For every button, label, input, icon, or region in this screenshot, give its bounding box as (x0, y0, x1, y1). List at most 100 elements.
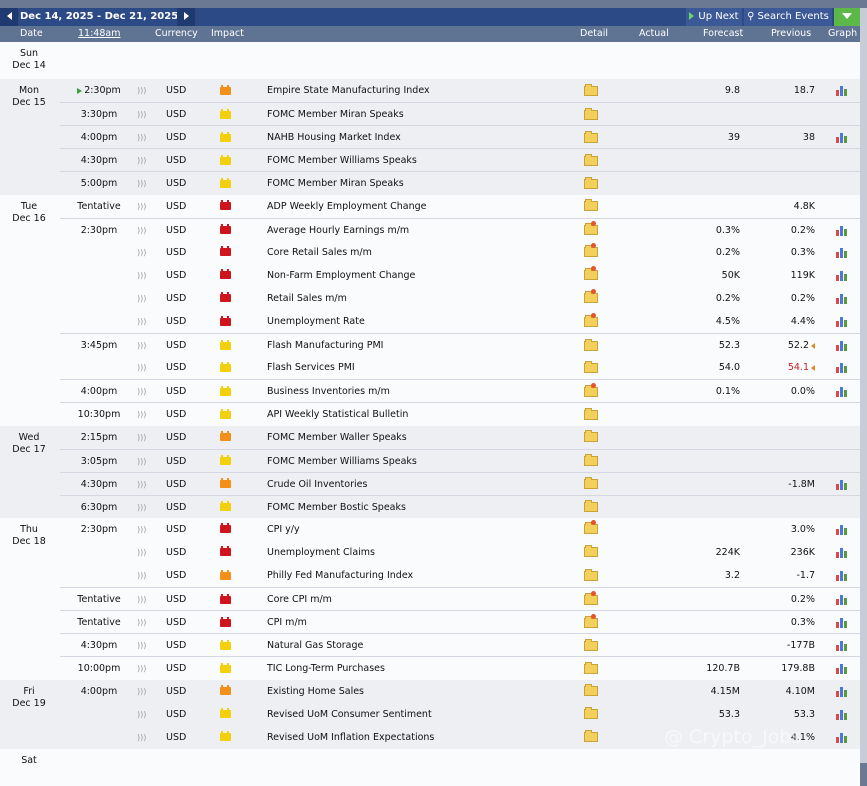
sound-icon[interactable]: ))) (137, 450, 147, 473)
event-title[interactable]: FOMC Member Miran Speaks (267, 172, 404, 195)
table-row[interactable]: 10:00pm))) USD TIC Long-Term Purchases 120.… (60, 656, 860, 680)
graph-icon[interactable] (836, 264, 848, 287)
table-row[interactable]: ))) USD Core Retail Sales m/m 0.2% 0.3% (60, 241, 860, 264)
graph-icon[interactable] (836, 541, 848, 564)
table-row[interactable]: 4:30pm))) USD FOMC Member Williams Speaks (60, 148, 860, 172)
table-row[interactable]: 4:00pm))) USD Business Inventories m/m 0.1%… (60, 379, 860, 403)
event-title[interactable]: FOMC Member Williams Speaks (267, 149, 417, 172)
event-title[interactable]: FOMC Member Miran Speaks (267, 103, 404, 126)
next-week-button[interactable] (177, 8, 195, 26)
detail-folder-icon[interactable] (584, 195, 598, 218)
graph-icon[interactable] (836, 564, 848, 587)
event-title[interactable]: Crude Oil Inventories (267, 473, 367, 496)
event-title[interactable]: Business Inventories m/m (267, 380, 390, 403)
detail-folder-icon[interactable] (584, 564, 598, 587)
sound-icon[interactable]: ))) (137, 518, 147, 541)
detail-folder-icon[interactable] (584, 541, 598, 564)
event-title[interactable]: Philly Fed Manufacturing Index (267, 564, 413, 587)
table-row[interactable]: Tentative))) USD CPI m/m 0.3% (60, 610, 860, 634)
sound-icon[interactable]: ))) (137, 403, 147, 426)
sound-icon[interactable]: ))) (137, 611, 147, 634)
table-row[interactable]: 3:45pm))) USD Flash Manufacturing PMI 52.3 5… (60, 333, 860, 357)
graph-icon[interactable] (836, 287, 848, 310)
table-row[interactable]: ))) USD Non-Farm Employment Change 50K 119K (60, 264, 860, 287)
event-title[interactable]: Core Retail Sales m/m (267, 241, 372, 264)
event-title[interactable]: Empire State Manufacturing Index (267, 79, 430, 102)
sound-icon[interactable]: ))) (137, 287, 147, 310)
detail-folder-icon[interactable] (584, 310, 598, 333)
sound-icon[interactable]: ))) (137, 726, 147, 749)
detail-folder-icon[interactable] (584, 241, 598, 264)
filter-button[interactable] (834, 8, 860, 26)
detail-folder-icon[interactable] (584, 680, 598, 703)
event-title[interactable]: FOMC Member Williams Speaks (267, 450, 417, 473)
table-row[interactable]: 2:30pm))) USD CPI y/y 3.0% (60, 518, 860, 541)
event-title[interactable]: Revised UoM Consumer Sentiment (267, 703, 432, 726)
detail-folder-icon[interactable] (584, 726, 598, 749)
table-row[interactable]: 2:30pm))) USD Average Hourly Earnings m/m 0… (60, 217, 860, 242)
sound-icon[interactable]: ))) (137, 310, 147, 333)
detail-folder-icon[interactable] (584, 149, 598, 172)
table-row[interactable]: Tentative))) USD ADP Weekly Employment Cha… (60, 195, 860, 218)
sound-icon[interactable]: ))) (137, 219, 147, 242)
sound-icon[interactable]: ))) (137, 588, 147, 611)
detail-folder-icon[interactable] (584, 588, 598, 611)
table-row[interactable]: 3:05pm))) USD FOMC Member Williams Speaks (60, 448, 860, 473)
event-title[interactable]: CPI y/y (267, 518, 300, 541)
sound-icon[interactable]: ))) (137, 541, 147, 564)
detail-folder-icon[interactable] (584, 426, 598, 449)
table-row[interactable]: 2:30pm))) USD Empire State Manufacturing I… (60, 79, 860, 102)
detail-folder-icon[interactable] (584, 219, 598, 242)
detail-folder-icon[interactable] (584, 657, 598, 680)
detail-folder-icon[interactable] (584, 611, 598, 634)
graph-icon[interactable] (836, 241, 848, 264)
graph-icon[interactable] (836, 219, 848, 242)
event-title[interactable]: Flash Services PMI (267, 356, 355, 379)
search-events-button[interactable]: ⚲ Search Events (744, 8, 832, 26)
event-title[interactable]: Revised UoM Inflation Expectations (267, 726, 434, 749)
event-title[interactable]: Unemployment Rate (267, 310, 365, 333)
sound-icon[interactable]: ))) (137, 496, 147, 519)
event-title[interactable]: ADP Weekly Employment Change (267, 195, 426, 218)
detail-folder-icon[interactable] (584, 703, 598, 726)
table-row[interactable]: 10:30pm))) USD API Weekly Statistical Bull… (60, 402, 860, 426)
event-title[interactable]: TIC Long-Term Purchases (267, 657, 385, 680)
sound-icon[interactable]: ))) (137, 703, 147, 726)
table-row[interactable]: 4:00pm))) USD NAHB Housing Market Index 39 3… (60, 125, 860, 149)
graph-icon[interactable] (836, 473, 848, 496)
graph-icon[interactable] (836, 79, 848, 102)
detail-folder-icon[interactable] (584, 450, 598, 473)
event-title[interactable]: Existing Home Sales (267, 680, 364, 703)
table-row[interactable]: ))) USD Flash Services PMI 54.0 54.1 (60, 356, 860, 379)
event-title[interactable]: FOMC Member Bostic Speaks (267, 496, 406, 519)
table-row[interactable]: ))) USD Revised UoM Consumer Sentiment 53.3… (60, 703, 860, 726)
sound-icon[interactable]: ))) (137, 195, 147, 218)
table-row[interactable]: ))) USD Unemployment Rate 4.5% 4.4% (60, 310, 860, 333)
table-row[interactable]: 4:30pm))) USD Crude Oil Inventories -1.8M (60, 471, 860, 496)
sound-icon[interactable]: ))) (137, 634, 147, 657)
table-row[interactable]: 2:15pm))) USD FOMC Member Waller Speaks (60, 426, 860, 449)
detail-folder-icon[interactable] (584, 496, 598, 519)
graph-icon[interactable] (836, 518, 848, 541)
graph-icon[interactable] (836, 334, 848, 357)
event-title[interactable]: NAHB Housing Market Index (267, 126, 401, 149)
sound-icon[interactable]: ))) (137, 564, 147, 587)
table-row[interactable]: 4:30pm))) USD Natural Gas Storage -177B (60, 633, 860, 657)
detail-folder-icon[interactable] (584, 126, 598, 149)
table-row[interactable]: ))) USD Unemployment Claims 224K 236K (60, 541, 860, 564)
event-title[interactable]: Unemployment Claims (267, 541, 375, 564)
graph-icon[interactable] (836, 588, 848, 611)
table-row[interactable]: 6:30pm))) USD FOMC Member Bostic Speaks (60, 494, 860, 519)
detail-folder-icon[interactable] (584, 103, 598, 126)
graph-icon[interactable] (836, 634, 848, 657)
sound-icon[interactable]: ))) (137, 473, 147, 496)
table-row[interactable]: 4:00pm))) USD Existing Home Sales 4.15M 4.10… (60, 680, 860, 703)
header-clock[interactable]: 11:48am (78, 26, 120, 42)
event-title[interactable]: Core CPI m/m (267, 588, 332, 611)
sound-icon[interactable]: ))) (137, 149, 147, 172)
graph-icon[interactable] (836, 680, 848, 703)
date-range-label[interactable]: Dec 14, 2025 - Dec 21, 2025 (20, 8, 178, 26)
detail-folder-icon[interactable] (584, 264, 598, 287)
table-row[interactable]: 3:30pm))) USD FOMC Member Miran Speaks (60, 102, 860, 126)
sound-icon[interactable]: ))) (137, 264, 147, 287)
